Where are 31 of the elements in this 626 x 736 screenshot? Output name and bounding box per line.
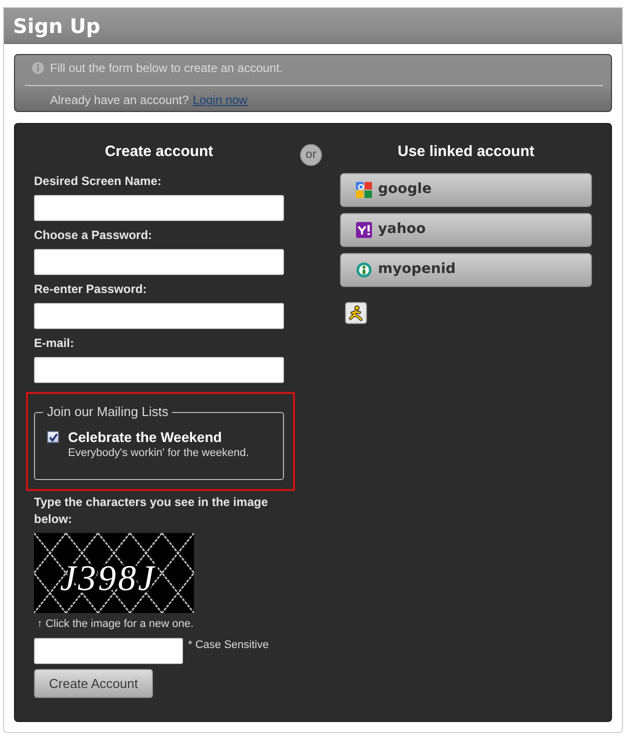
captcha-hint: ↑ Click the image for a new one.	[36, 617, 195, 631]
section-heading: Create account	[104, 143, 214, 161]
info-icon	[32, 62, 44, 74]
provider-button[interactable]: google	[340, 173, 592, 207]
running-figure-icon[interactable]	[345, 302, 367, 324]
list-description: Everybody's workin' for the weekend.	[68, 447, 249, 459]
text-field[interactable]	[34, 303, 284, 329]
list-name: Celebrate the Weekend	[68, 429, 223, 445]
section-heading: Use linked account	[396, 143, 536, 161]
text-field[interactable]	[34, 195, 284, 221]
square-logo-icon	[356, 222, 372, 238]
field-label: E-mail:	[34, 335, 76, 351]
captcha-prompt: Type the characters you see in the image below:	[34, 494, 269, 528]
field-label: Choose a Password:	[34, 227, 154, 243]
tiles-logo-icon	[356, 182, 372, 198]
notice-message: Fill out the form below to create an account.	[50, 60, 283, 76]
field-label: Re-enter Password:	[34, 281, 148, 297]
text-field[interactable]	[34, 249, 284, 275]
create-account-button[interactable]: Create Account	[34, 669, 153, 698]
provider-button[interactable]: yahoo	[340, 213, 592, 247]
case-note: * Case Sensitive	[188, 638, 269, 652]
captcha-field[interactable]	[34, 638, 183, 664]
circle-logo-icon	[356, 262, 372, 278]
text-field[interactable]	[34, 357, 284, 383]
checkbox[interactable]	[47, 431, 59, 443]
group-legend: Join our Mailing Lists	[43, 404, 172, 420]
separator-badge: or	[300, 144, 322, 166]
page-title: Sign Up	[13, 14, 100, 38]
provider-button[interactable]: myopenid	[340, 253, 592, 287]
login-prompt-text: Already have an account?	[50, 92, 189, 108]
field-label: Desired Screen Name:	[34, 173, 162, 189]
